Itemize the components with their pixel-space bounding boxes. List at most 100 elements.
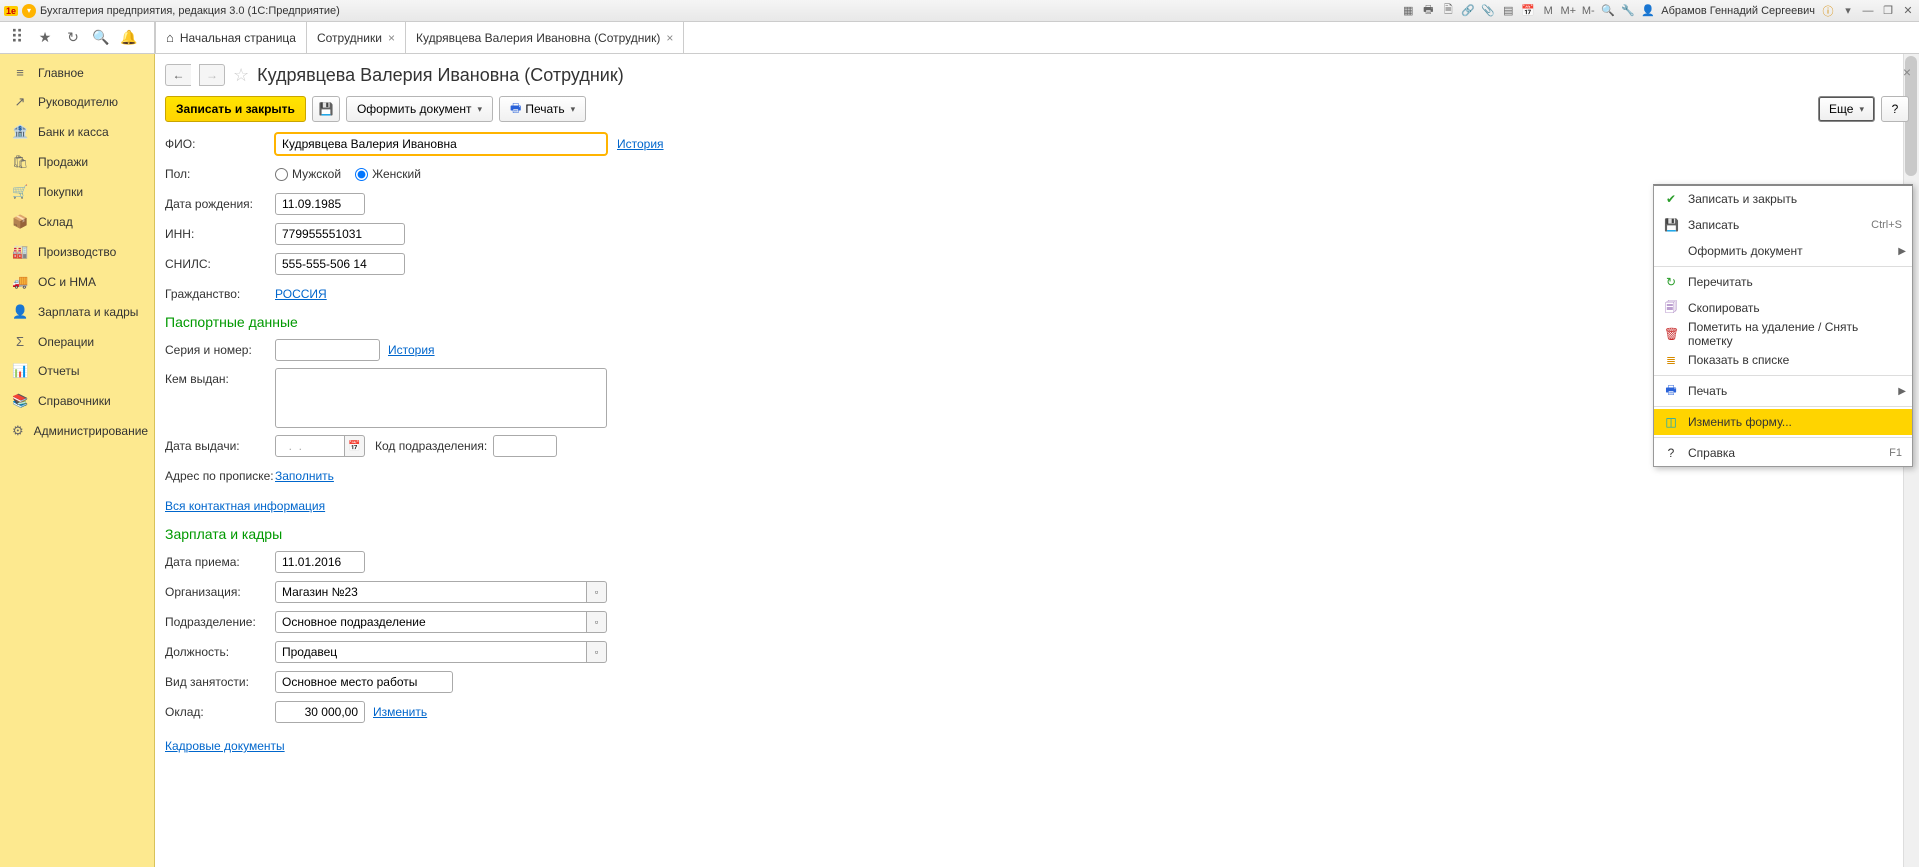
m-plus-icon[interactable]: M+ — [1561, 4, 1575, 18]
snils-label: СНИЛС: — [165, 257, 275, 271]
hr-docs-link[interactable]: Кадровые документы — [165, 739, 285, 753]
main-toolbar: ⠿ ★ ↻ 🔍 🔔 ⌂ Начальная страница Сотрудник… — [0, 22, 1919, 54]
emp-type-input[interactable] — [275, 671, 453, 693]
menu-format-doc[interactable]: Оформить документ▶ — [1654, 238, 1912, 264]
m-icon[interactable]: M — [1541, 4, 1555, 18]
tab-employees[interactable]: Сотрудники × — [307, 22, 406, 53]
select-icon[interactable]: ▫ — [587, 581, 607, 603]
calendar-icon[interactable]: 📅 — [345, 435, 365, 457]
menu-label: Изменить форму... — [1688, 415, 1792, 429]
position-input[interactable] — [275, 641, 587, 663]
more-button[interactable]: Еще▾ — [1818, 96, 1875, 122]
link-icon[interactable]: 🔗 — [1461, 4, 1475, 18]
grid-icon[interactable]: ▦ — [1401, 4, 1415, 18]
menu-show-list[interactable]: ≣Показать в списке — [1654, 347, 1912, 373]
menu-save[interactable]: 💾ЗаписатьCtrl+S — [1654, 212, 1912, 238]
select-icon[interactable]: ▫ — [587, 611, 607, 633]
favorite-star-icon[interactable]: ☆ — [233, 65, 249, 86]
app-dropdown-icon[interactable]: ▾ — [22, 4, 36, 18]
clip-icon[interactable]: 📎 — [1481, 4, 1495, 18]
menu-reread[interactable]: ↻Перечитать — [1654, 269, 1912, 295]
print-icon[interactable]: 🖶 — [1421, 4, 1435, 18]
dept-input[interactable] — [275, 611, 587, 633]
back-button[interactable]: ← — [165, 64, 191, 86]
sidebar-item-sales[interactable]: 🛍Продажи — [0, 147, 154, 177]
menu-copy[interactable]: 🗐Скопировать — [1654, 295, 1912, 321]
menu-mark-delete[interactable]: 🗑Пометить на удаление / Снять пометку — [1654, 321, 1912, 347]
issued-by-input[interactable] — [275, 368, 607, 428]
menu-change-form[interactable]: ◫Изменить форму... — [1654, 409, 1912, 435]
save-button[interactable]: 💾 — [312, 96, 340, 122]
user-name[interactable]: Абрамов Геннадий Сергеевич — [1661, 5, 1815, 17]
sidebar-item-directories[interactable]: 📚Справочники — [0, 386, 154, 416]
sidebar-item-label: Операции — [38, 335, 94, 349]
sidebar-item-warehouse[interactable]: 📦Склад — [0, 207, 154, 237]
apps-icon[interactable]: ⠿ — [8, 29, 26, 47]
close-page-icon[interactable]: × — [1903, 64, 1911, 80]
forward-button[interactable]: → — [199, 64, 225, 86]
sidebar-item-salary[interactable]: 👤Зарплата и кадры — [0, 297, 154, 327]
sidebar-item-operations[interactable]: ΣОперации — [0, 327, 154, 356]
hire-date-input[interactable] — [275, 551, 365, 573]
info-icon[interactable]: ⓘ — [1821, 4, 1835, 18]
bell-icon[interactable]: 🔔 — [120, 29, 138, 47]
inn-input[interactable] — [275, 223, 405, 245]
sidebar-item-reports[interactable]: 📊Отчеты — [0, 356, 154, 386]
doc-icon[interactable]: 🗎 — [1441, 4, 1455, 18]
menu-help[interactable]: ?СправкаF1 — [1654, 440, 1912, 466]
sidebar-item-production[interactable]: 🏭Производство — [0, 237, 154, 267]
change-link[interactable]: Изменить — [373, 705, 427, 719]
close-icon[interactable]: × — [388, 31, 395, 45]
close-icon[interactable]: ✕ — [1901, 4, 1915, 18]
help-button[interactable]: ? — [1881, 96, 1909, 122]
sidebar-item-label: Администрирование — [34, 424, 148, 438]
format-doc-button[interactable]: Оформить документ▾ — [346, 96, 493, 122]
org-input[interactable] — [275, 581, 587, 603]
gender-female-radio[interactable]: Женский — [355, 167, 421, 181]
minimize-icon[interactable]: — — [1861, 4, 1875, 18]
issue-date-input[interactable] — [275, 435, 345, 457]
close-icon[interactable]: × — [666, 31, 673, 45]
star-icon[interactable]: ★ — [36, 29, 54, 47]
fio-input[interactable] — [275, 133, 607, 155]
history-link[interactable]: История — [388, 343, 435, 357]
dob-input[interactable] — [275, 193, 365, 215]
citizenship-label: Гражданство: — [165, 287, 275, 301]
fill-link[interactable]: Заполнить — [275, 469, 334, 483]
salary-input[interactable] — [275, 701, 365, 723]
dropdown-icon[interactable]: ▾ — [1841, 4, 1855, 18]
sidebar-item-admin[interactable]: ⚙Администрирование — [0, 416, 154, 446]
sidebar-item-manager[interactable]: ↗Руководителю — [0, 87, 154, 117]
print-button[interactable]: 🖶Печать▾ — [499, 96, 586, 122]
addr-label: Адрес по прописке: — [165, 469, 275, 483]
gender-label: Пол: — [165, 167, 275, 181]
menu-shortcut: F1 — [1889, 447, 1902, 459]
history-link[interactable]: История — [617, 137, 664, 151]
calc-icon[interactable]: ▤ — [1501, 4, 1515, 18]
select-icon[interactable]: ▫ — [587, 641, 607, 663]
m-minus-icon[interactable]: M- — [1581, 4, 1595, 18]
menu-save-close[interactable]: ✔Записать и закрыть — [1654, 186, 1912, 212]
search-icon[interactable]: 🔍 — [92, 29, 110, 47]
unit-code-input[interactable] — [493, 435, 557, 457]
menu-print[interactable]: 🖶Печать▶ — [1654, 378, 1912, 404]
gender-male-radio[interactable]: Мужской — [275, 167, 341, 181]
snils-input[interactable] — [275, 253, 405, 275]
sidebar-item-bank[interactable]: 🏦Банк и касса — [0, 117, 154, 147]
save-close-button[interactable]: Записать и закрыть — [165, 96, 306, 122]
history-icon[interactable]: ↻ — [64, 29, 82, 47]
all-contacts-link[interactable]: Вся контактная информация — [165, 499, 325, 513]
tab-current[interactable]: Кудрявцева Валерия Ивановна (Сотрудник) … — [406, 22, 684, 53]
series-input[interactable] — [275, 339, 380, 361]
citizenship-link[interactable]: РОССИЯ — [275, 287, 327, 301]
sidebar-item-assets[interactable]: 🚚ОС и НМА — [0, 267, 154, 297]
date-icon[interactable]: 📅 — [1521, 4, 1535, 18]
sidebar-item-label: Продажи — [38, 155, 88, 169]
zoom-icon[interactable]: 🔍 — [1601, 4, 1615, 18]
restore-icon[interactable]: ❐ — [1881, 4, 1895, 18]
sidebar-item-main[interactable]: ≡Главное — [0, 58, 154, 87]
tool-icon[interactable]: 🔧 — [1621, 4, 1635, 18]
sidebar-item-purchases[interactable]: 🛒Покупки — [0, 177, 154, 207]
tab-home[interactable]: ⌂ Начальная страница — [155, 22, 307, 53]
menu-separator — [1654, 437, 1912, 438]
